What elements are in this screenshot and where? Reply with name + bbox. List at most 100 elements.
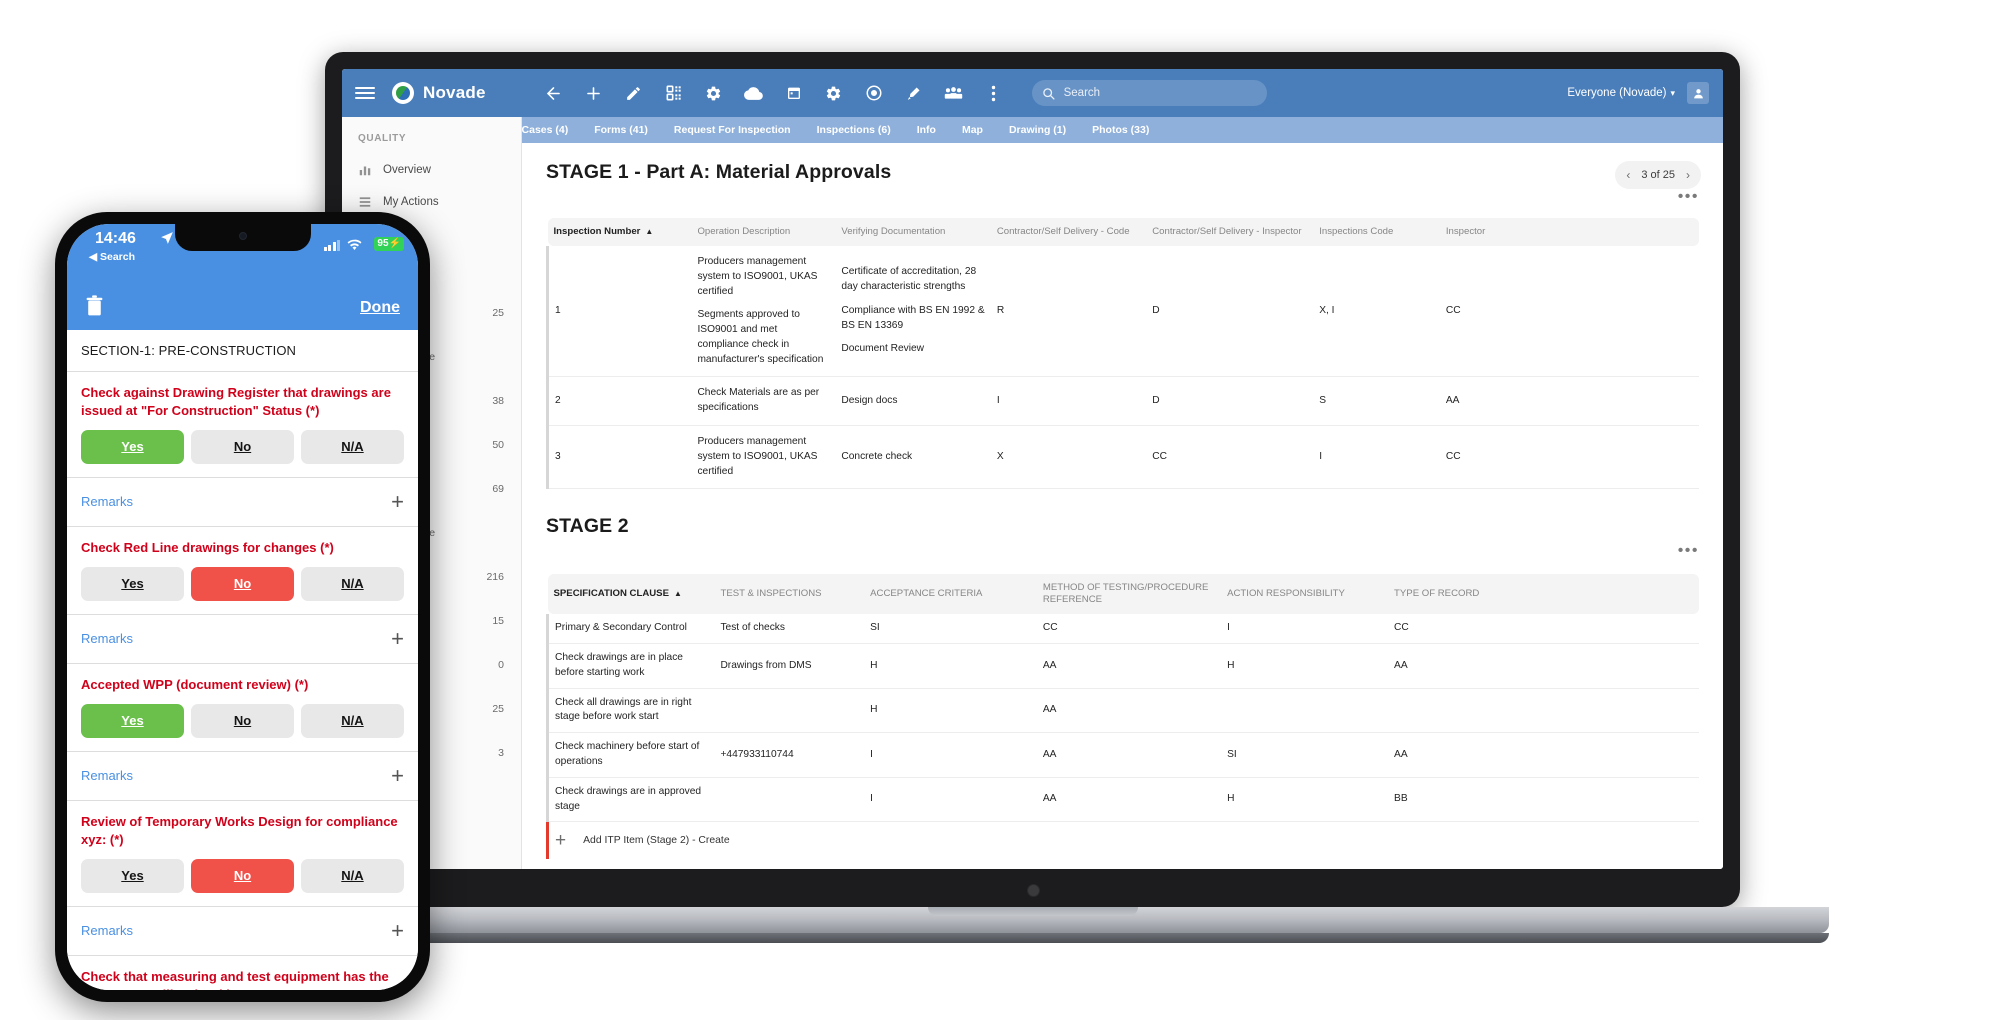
plus-icon[interactable]: +	[391, 764, 404, 787]
vertical-dots-icon[interactable]	[974, 73, 1014, 113]
cell-inspection-number: 2	[546, 376, 692, 427]
form-question-label: Check Red Line drawings for changes (*)	[81, 539, 334, 555]
tab-info[interactable]: Info	[904, 124, 949, 136]
option-yes-button[interactable]: Yes	[81, 566, 184, 601]
option-no-button[interactable]: No	[191, 858, 294, 893]
phone-mockup: 14:46 ◀ Search 95⚡ Done SECTION-1: PRE-C…	[55, 212, 430, 1002]
option-n-a-button[interactable]: N/A	[301, 429, 404, 464]
option-n-a-button[interactable]: N/A	[301, 858, 404, 893]
plus-icon[interactable]: +	[391, 627, 404, 650]
table-row[interactable]: Check all drawings are in right stage be…	[546, 688, 1699, 734]
tab-map[interactable]: Map	[949, 124, 996, 136]
tab-request-for-inspection[interactable]: Request For Inspection	[661, 124, 804, 136]
chevron-down-icon[interactable]: ▾	[1670, 88, 1675, 99]
option-no-button[interactable]: No	[191, 703, 294, 738]
remarks-row[interactable]: Remarks +	[67, 613, 418, 664]
stage1-col-operation-description[interactable]: Operation Description	[691, 218, 836, 246]
stage1-col-inspection-number[interactable]: Inspection Number ▲	[547, 218, 692, 246]
yes-no-na-toggle-group: Yes No N/A	[67, 694, 418, 751]
battery-indicator: 95⚡	[374, 237, 404, 251]
app-logo[interactable]: Novade	[392, 82, 486, 104]
trash-icon[interactable]	[85, 294, 104, 322]
stage1-more-menu[interactable]: •••	[1678, 189, 1699, 205]
stage1-col-contractor-self-delivery-inspector[interactable]: Contractor/Self Delivery - Inspector	[1146, 218, 1314, 246]
option-n-a-button[interactable]: N/A	[301, 566, 404, 601]
pagination-prev-icon[interactable]: ‹	[1626, 169, 1630, 181]
done-button[interactable]: Done	[360, 299, 400, 317]
search-input[interactable]: Search	[1031, 80, 1267, 106]
stage2-title: STAGE 2	[546, 515, 629, 538]
cloud-upload-icon[interactable]	[734, 73, 774, 113]
novade-logo-icon	[392, 82, 414, 104]
option-n-a-button[interactable]: N/A	[301, 703, 404, 738]
table-row[interactable]: 2 Check Materials are as per specificatio…	[546, 376, 1699, 427]
table-row[interactable]: Check machinery before start of operatio…	[546, 732, 1699, 778]
stage1-col-contractor-self-delivery-code[interactable]: Contractor/Self Delivery - Code	[990, 218, 1147, 246]
eye-icon[interactable]	[854, 73, 894, 113]
user-avatar-icon[interactable]	[1687, 82, 1709, 104]
status-back-link[interactable]: ◀ Search	[89, 251, 135, 263]
calendar-icon[interactable]	[774, 73, 814, 113]
column-label: ACTION RESPONSIBILITY	[1227, 588, 1345, 600]
pagination-control[interactable]: ‹ 3 of 25 ›	[1615, 161, 1701, 189]
cell-paragraph: Producers management system to ISO9001, …	[697, 255, 818, 297]
add-itp-item-row[interactable]: + Add ITP Item (Stage 2) - Create	[546, 822, 1699, 860]
highlighter-icon[interactable]	[894, 73, 934, 113]
cell-contractor-inspector: CC	[1146, 425, 1314, 490]
stage1-col-inspections-code[interactable]: Inspections Code	[1313, 218, 1440, 246]
tab-forms-41[interactable]: Forms (41)	[581, 124, 661, 136]
stage2-col-test-inspections[interactable]: TEST & INSPECTIONS	[714, 574, 865, 615]
table-row[interactable]: Check drawings are in approved stage I AA H…	[546, 777, 1699, 823]
column-label: Inspection Number	[553, 226, 641, 237]
pencil-icon[interactable]	[614, 73, 654, 113]
tab-photos-33[interactable]: Photos (33)	[1079, 124, 1162, 136]
stage2-col-specification-clause[interactable]: SPECIFICATION CLAUSE ▲	[547, 574, 715, 615]
plus-icon[interactable]	[574, 73, 614, 113]
people-icon[interactable]	[934, 73, 974, 113]
remarks-row[interactable]: Remarks +	[67, 905, 418, 956]
stage2-col-method-of-testing-procedure-reference[interactable]: METHOD OF TESTING/PROCEDURE REFERENCE	[1036, 574, 1222, 615]
remarks-row[interactable]: Remarks +	[67, 476, 418, 527]
plus-icon[interactable]: +	[391, 919, 404, 942]
table-row[interactable]: Primary & Secondary Control Test of check…	[546, 614, 1699, 645]
option-no-button[interactable]: No	[191, 566, 294, 601]
tab-inspections-6[interactable]: Inspections (6)	[804, 124, 904, 136]
status-back-label: Search	[100, 251, 136, 263]
cell-test-inspections	[714, 777, 865, 823]
stage2-col-acceptance-criteria[interactable]: ACCEPTANCE CRITERIA	[864, 574, 1037, 615]
stage2-table-header: SPECIFICATION CLAUSE ▲ TEST & INSPECTIONS A…	[547, 574, 1699, 615]
stage2-col-action-responsibility[interactable]: ACTION RESPONSIBILITY	[1221, 574, 1389, 615]
stage2-col-type-of-record[interactable]: TYPE OF RECORD	[1388, 574, 1699, 615]
tab-drawing-1[interactable]: Drawing (1)	[996, 124, 1079, 136]
option-yes-button[interactable]: Yes	[81, 429, 184, 464]
main-content: STAGE 1 - Part A: Material Approvals ‹ 3…	[522, 143, 1723, 869]
user-scope-label[interactable]: Everyone (Novade)	[1567, 87, 1666, 99]
gear-icon[interactable]	[814, 73, 854, 113]
table-row[interactable]: 3 Producers management system to ISO9001,…	[546, 425, 1699, 490]
stage1-col-verifying-documentation[interactable]: Verifying Documentation	[835, 218, 991, 246]
table-row[interactable]: 1 Producers management system to ISO9001,…	[546, 245, 1699, 378]
gear-icon[interactable]	[694, 73, 734, 113]
pagination-label: 3 of 25	[1641, 169, 1675, 181]
stage2-more-menu[interactable]: •••	[1678, 543, 1699, 559]
option-yes-button[interactable]: Yes	[81, 703, 184, 738]
column-label: Inspections Code	[1319, 226, 1394, 237]
qr-code-icon[interactable]	[654, 73, 694, 113]
column-label: SPECIFICATION CLAUSE	[553, 588, 670, 600]
column-label: Inspector	[1445, 226, 1486, 237]
plus-icon[interactable]: +	[391, 490, 404, 513]
screenshot-root: Novade Search Everyone (Novade) ▾ Cases …	[0, 0, 2000, 1020]
cell-verifying-documentation: Design docs	[835, 376, 991, 427]
stage1-col-inspector[interactable]: Inspector	[1439, 218, 1699, 246]
table-row[interactable]: Check drawings are in place before start…	[546, 643, 1699, 689]
stage1-table: Inspection Number ▲ Operation Description V…	[546, 218, 1699, 490]
back-arrow-icon[interactable]	[534, 73, 574, 113]
hamburger-icon[interactable]	[342, 84, 388, 102]
pagination-next-icon[interactable]: ›	[1686, 169, 1690, 181]
option-no-button[interactable]: No	[191, 429, 294, 464]
cell-acceptance-criteria: I	[864, 732, 1037, 778]
remarks-row[interactable]: Remarks +	[67, 750, 418, 801]
sidebar-item-overview[interactable]: Overview	[342, 154, 521, 186]
cell-specification-clause: Check all drawings are in right stage be…	[546, 688, 715, 734]
option-yes-button[interactable]: Yes	[81, 858, 184, 893]
